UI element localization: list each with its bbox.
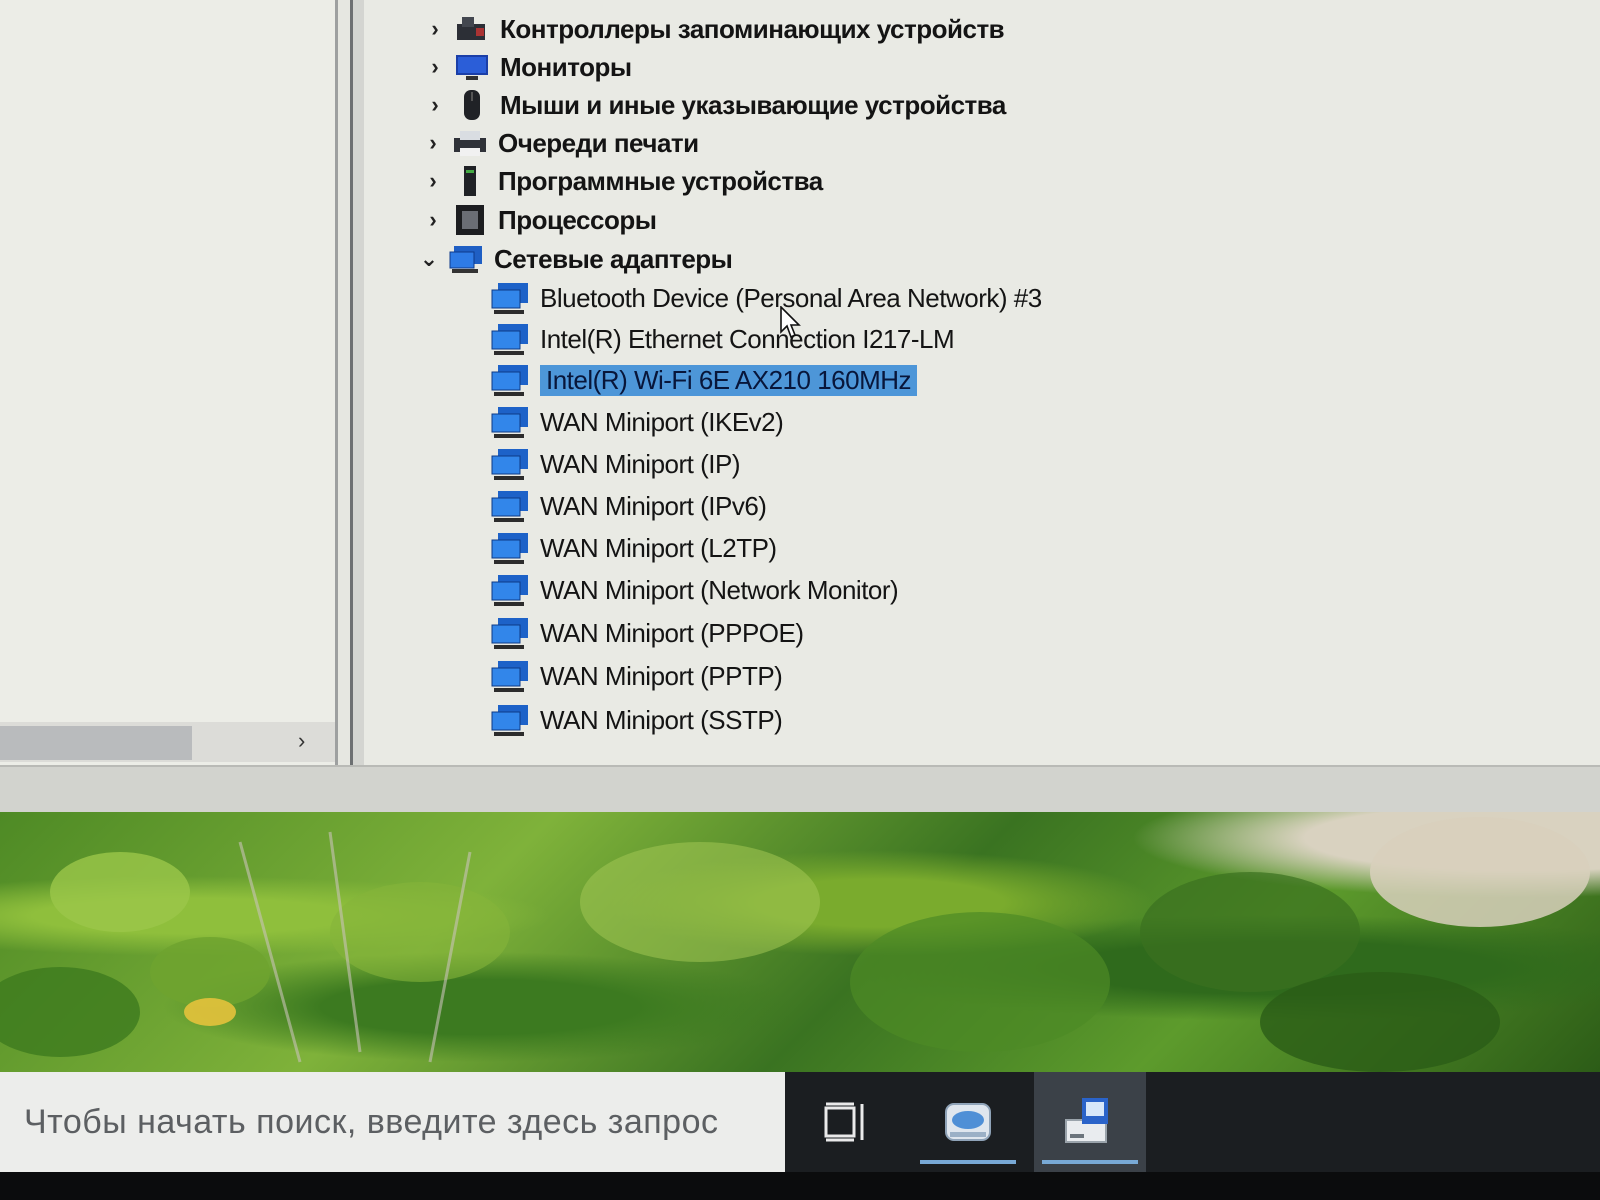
tree-category-network-adapters[interactable]: ⌄ Сетевые адаптеры — [414, 240, 733, 278]
task-view-button[interactable] — [790, 1072, 902, 1172]
network-adapter-icon — [491, 575, 528, 606]
chevron-right-icon[interactable]: › — [420, 16, 450, 42]
device-label: WAN Miniport (IPv6) — [540, 490, 767, 521]
mouse-cursor-icon — [780, 306, 801, 339]
tree-device-wan-sstp[interactable]: WAN Miniport (SSTP) — [490, 701, 783, 739]
processor-icon — [456, 205, 484, 235]
device-manager-window: › › Контроллеры запоминающих устройств › — [0, 0, 1600, 814]
category-label: Мыши и иные указывающие устройства — [500, 89, 1006, 120]
chevron-right-icon[interactable]: › — [420, 92, 450, 118]
software-device-icon — [464, 166, 476, 196]
chevron-right-icon[interactable]: › — [418, 207, 448, 233]
tree-category-processors[interactable]: › Процессоры — [418, 201, 657, 239]
device-label: Intel(R) Wi-Fi 6E AX210 160MHz — [540, 364, 918, 396]
scroll-right-arrow-icon[interactable]: › — [298, 728, 305, 754]
category-label: Очереди печати — [498, 127, 699, 158]
category-label: Контроллеры запоминающих устройств — [500, 13, 1005, 44]
device-tree: › Контроллеры запоминающих устройств › М… — [364, 0, 1600, 765]
screen: › › Контроллеры запоминающих устройств › — [0, 0, 1600, 1200]
status-bar — [0, 765, 1600, 814]
chevron-right-icon[interactable]: › — [418, 130, 448, 156]
device-label: WAN Miniport (Network Monitor) — [540, 574, 899, 605]
storage-controller-icon — [457, 17, 485, 40]
device-label: Intel(R) Ethernet Connection I217-LM — [540, 323, 955, 354]
device-label: WAN Miniport (IP) — [540, 448, 741, 479]
chevron-right-icon[interactable]: › — [420, 54, 450, 80]
network-adapter-icon — [491, 618, 528, 649]
network-adapter-icon — [491, 365, 528, 396]
search-placeholder: Чтобы начать поиск, введите здесь запрос — [24, 1102, 719, 1141]
network-adapter-icon — [491, 491, 528, 522]
tree-device-wan-network-monitor[interactable]: WAN Miniport (Network Monitor) — [490, 571, 899, 609]
printer-icon — [454, 131, 486, 156]
network-adapter-icon — [491, 533, 528, 564]
tree-category-storage-controllers[interactable]: › Контроллеры запоминающих устройств — [420, 10, 1004, 48]
network-adapter-icon — [449, 246, 482, 273]
running-indicator — [1042, 1160, 1138, 1164]
network-adapter-icon — [491, 324, 528, 355]
device-label: WAN Miniport (PPPOE) — [540, 617, 804, 648]
network-adapter-icon — [491, 661, 528, 692]
tree-device-wan-ipv6[interactable]: WAN Miniport (IPv6) — [490, 487, 767, 525]
desktop-wallpaper — [0, 812, 1600, 1072]
task-view-icon — [824, 1102, 864, 1142]
console-tree-pane[interactable]: › — [0, 0, 338, 765]
tree-category-print-queues[interactable]: › Очереди печати — [418, 124, 699, 162]
category-label: Сетевые адаптеры — [494, 243, 733, 274]
disk-drive-icon — [945, 1103, 991, 1141]
network-adapter-icon — [491, 283, 528, 314]
mouse-icon — [464, 90, 480, 120]
network-adapter-icon — [491, 407, 528, 438]
device-label: WAN Miniport (SSTP) — [540, 704, 783, 735]
tree-device-wan-pptp[interactable]: WAN Miniport (PPTP) — [490, 657, 783, 695]
chevron-right-icon[interactable]: › — [418, 168, 448, 194]
monitor-icon — [456, 55, 488, 80]
network-adapter-icon — [491, 449, 528, 480]
scrollbar-thumb[interactable] — [0, 726, 192, 760]
horizontal-scrollbar[interactable]: › — [0, 722, 335, 762]
tree-device-wan-ikev2[interactable]: WAN Miniport (IKEv2) — [490, 403, 784, 441]
tree-device-wan-pppoe[interactable]: WAN Miniport (PPPOE) — [490, 614, 804, 652]
category-label: Программные устройства — [498, 165, 823, 196]
tree-device-wan-l2tp[interactable]: WAN Miniport (L2TP) — [490, 529, 777, 567]
device-label: WAN Miniport (L2TP) — [540, 532, 777, 563]
chevron-down-icon[interactable]: ⌄ — [414, 246, 444, 272]
running-indicator — [920, 1160, 1016, 1164]
tree-category-mice[interactable]: › Мыши и иные указывающие устройства — [420, 86, 1006, 124]
tree-device-intel-wifi[interactable]: Intel(R) Wi-Fi 6E AX210 160MHz — [490, 361, 918, 399]
screen-bezel — [0, 1172, 1600, 1200]
tree-device-bluetooth-pan[interactable]: Bluetooth Device (Personal Area Network)… — [490, 279, 1042, 317]
network-adapter-icon — [491, 705, 528, 736]
category-label: Процессоры — [498, 204, 657, 235]
foliage-image — [0, 817, 1590, 1072]
taskbar-app-disk-button[interactable] — [912, 1072, 1024, 1172]
device-label: WAN Miniport (PPTP) — [540, 660, 783, 691]
taskbar-search-box[interactable]: Чтобы начать поиск, введите здесь запрос — [0, 1072, 785, 1172]
device-manager-icon — [1065, 1098, 1108, 1143]
category-label: Мониторы — [500, 51, 632, 82]
tree-device-wan-ip[interactable]: WAN Miniport (IP) — [490, 445, 741, 483]
device-label: WAN Miniport (IKEv2) — [540, 406, 784, 437]
tree-category-monitors[interactable]: › Мониторы — [420, 48, 632, 86]
taskbar-app-device-manager-button[interactable] — [1034, 1072, 1146, 1172]
tree-category-software-devices[interactable]: › Программные устройства — [418, 162, 823, 200]
tree-device-intel-ethernet[interactable]: Intel(R) Ethernet Connection I217-LM — [490, 320, 955, 358]
